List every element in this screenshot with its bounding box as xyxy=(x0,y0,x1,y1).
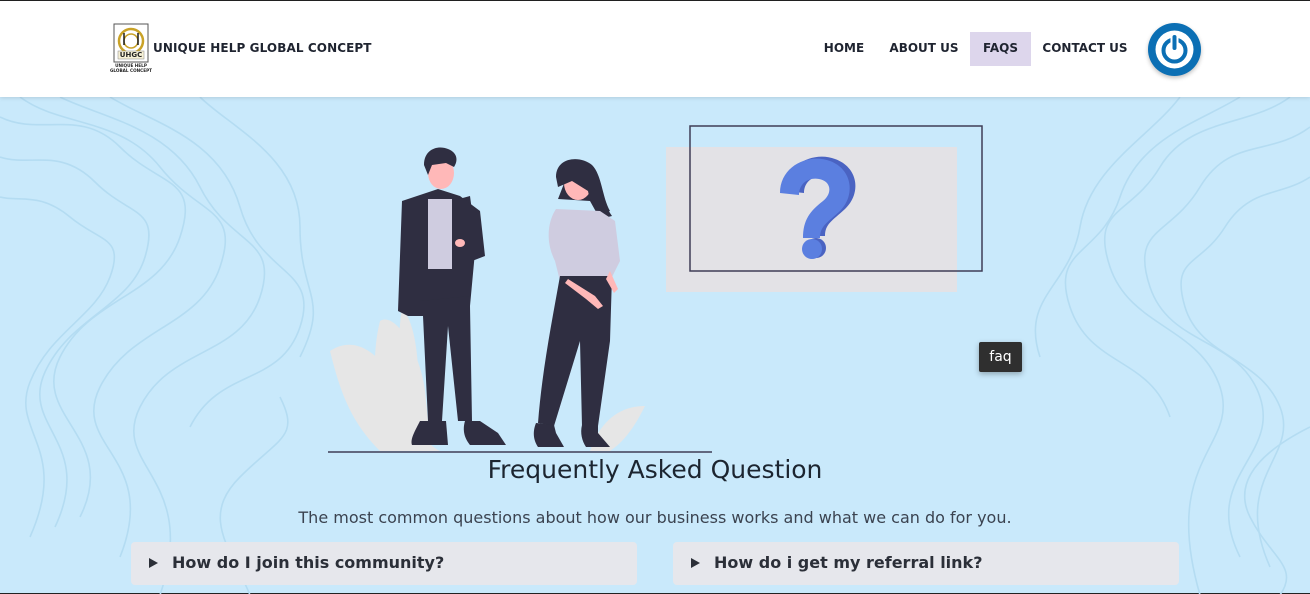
faq-question: How do i get my referral link? xyxy=(714,553,983,572)
site-header: UHGC UNIQUE HELP GLOBAL CONCEPT UNIQUE H… xyxy=(0,1,1310,97)
faq-tooltip: faq xyxy=(979,342,1022,372)
faq-question: How do I join this community? xyxy=(172,553,445,572)
power-button[interactable] xyxy=(1148,23,1201,76)
page-title: Frequently Asked Question xyxy=(487,455,823,484)
faq-item-join-community[interactable]: How do I join this community? xyxy=(131,542,637,585)
triangle-right-icon xyxy=(149,558,158,568)
faq-illustration xyxy=(328,125,983,453)
triangle-right-icon xyxy=(691,558,700,568)
main-nav: HOME ABOUT US FAQS CONTACT US xyxy=(0,32,1310,66)
nav-home[interactable]: HOME xyxy=(814,32,874,66)
page-subtitle: The most common questions about how our … xyxy=(298,508,1012,527)
power-icon xyxy=(1155,30,1194,69)
nav-about-us[interactable]: ABOUT US xyxy=(884,32,964,66)
nav-faqs[interactable]: FAQS xyxy=(970,32,1031,66)
faq-item-referral-link[interactable]: How do i get my referral link? xyxy=(673,542,1179,585)
woman-figure xyxy=(533,159,620,447)
nav-contact-us[interactable]: CONTACT US xyxy=(1037,32,1133,66)
